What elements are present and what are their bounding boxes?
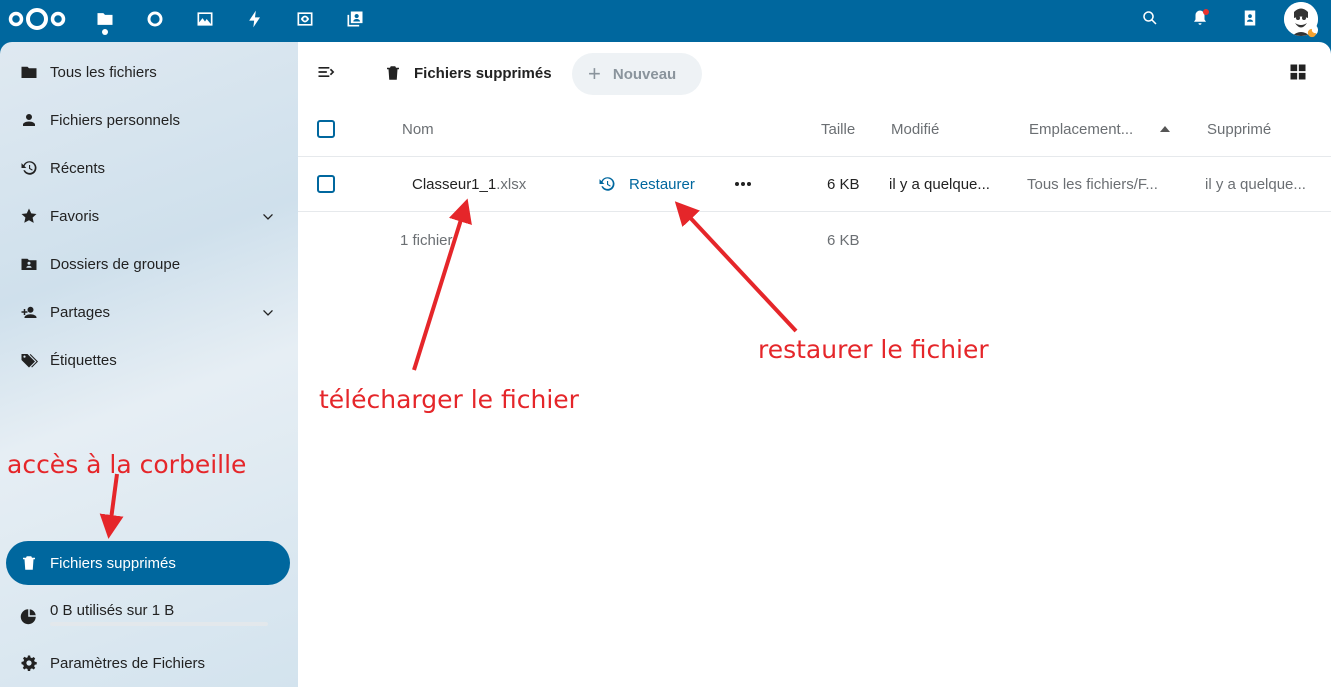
sidebar-item-label: Fichiers supprimés — [50, 554, 176, 572]
trash-icon — [20, 554, 38, 572]
flow-app-icon[interactable] — [238, 5, 272, 33]
trash-icon — [387, 66, 399, 80]
contacts-menu-icon[interactable] — [1235, 5, 1265, 31]
table-divider — [298, 156, 1331, 157]
plus-icon: + — [588, 61, 601, 86]
sidebar-item-label: Fichiers personnels — [50, 111, 181, 129]
star-icon — [20, 207, 38, 225]
storage-quota[interactable]: 0 B utilisés sur 1 B — [6, 595, 290, 639]
annotation-trash-access: accès à la corbeille — [7, 450, 247, 479]
file-basename: Classeur1_1 — [412, 176, 497, 193]
history-icon — [20, 159, 38, 177]
sort-ascending-icon — [1160, 126, 1170, 132]
notifications-bell-icon[interactable] — [1185, 5, 1215, 31]
file-extension: .xlsx — [496, 176, 527, 193]
sidebar-item-label: Dossiers de groupe — [50, 255, 181, 273]
gear-icon — [20, 654, 38, 672]
sidebar-item-all-files[interactable]: Tous les fichiers — [6, 50, 290, 94]
annotation-download: télécharger le fichier — [319, 385, 579, 414]
notification-dot — [1203, 9, 1209, 15]
sidebar-item-deleted-files[interactable]: Fichiers supprimés — [6, 541, 290, 585]
sidebar-item-label: Tous les fichiers — [50, 63, 157, 81]
header-bar — [0, 0, 1331, 42]
sidebar-item-recent[interactable]: Récents — [6, 146, 290, 190]
column-header-name[interactable]: Nom — [402, 121, 434, 138]
group-folder-icon — [20, 255, 38, 273]
summary-size: 6 KB — [827, 232, 860, 249]
row-checkbox[interactable] — [317, 175, 335, 193]
toggle-navigation-icon[interactable] — [316, 62, 338, 84]
file-name-link[interactable]: Classeur1_1.xlsx — [412, 176, 526, 193]
photos-app-icon[interactable] — [188, 5, 222, 33]
column-header-location[interactable]: Emplacement... — [1029, 121, 1133, 138]
summary-count: 1 fichier — [400, 232, 453, 249]
files-main-content: Fichiers supprimés + Nouveau Nom Taille … — [298, 42, 1331, 687]
select-all-checkbox[interactable] — [317, 120, 335, 138]
sidebar-item-label: Paramètres de Fichiers — [50, 654, 206, 672]
file-location: Tous les fichiers/F... — [1027, 176, 1158, 193]
sidebar-item-shares[interactable]: Partages — [6, 290, 290, 334]
pie-chart-icon — [20, 607, 38, 625]
more-actions-icon[interactable] — [734, 175, 752, 193]
chevron-down-icon[interactable] — [260, 208, 276, 224]
table-divider — [298, 211, 1331, 212]
restore-button[interactable]: Restaurer — [598, 175, 695, 193]
breadcrumb[interactable]: Fichiers supprimés — [384, 62, 552, 84]
history-icon — [599, 177, 615, 191]
column-header-deleted[interactable]: Supprimé — [1207, 121, 1271, 138]
restore-label: Restaurer — [629, 175, 695, 193]
file-deleted: il y a quelque... — [1205, 176, 1306, 193]
sidebar-item-label: Partages — [50, 303, 111, 321]
new-button-label: Nouveau — [612, 65, 677, 83]
tag-icon — [20, 351, 38, 369]
app-navigation: Tous les fichiers Fichiers personnels Ré… — [0, 42, 298, 687]
sidebar-item-label: Favoris — [50, 207, 100, 225]
file-modified: il y a quelque... — [889, 176, 990, 193]
folder-icon — [20, 63, 38, 81]
sidebar-item-personal-files[interactable]: Fichiers personnels — [6, 98, 290, 142]
chevron-down-icon[interactable] — [260, 304, 276, 320]
files-settings-button[interactable]: Paramètres de Fichiers — [6, 641, 290, 685]
search-icon[interactable] — [1135, 5, 1165, 31]
page-title: Fichiers supprimés — [414, 64, 552, 82]
sidebar-item-label: Étiquettes — [50, 351, 117, 369]
nextcloud-logo[interactable] — [6, 6, 68, 32]
share-icon — [20, 303, 38, 321]
contacts-app-icon[interactable] — [338, 5, 372, 33]
annotation-restore: restaurer le fichier — [758, 335, 989, 364]
user-status-icon — [1306, 24, 1318, 38]
grid-view-icon[interactable] — [1288, 62, 1310, 84]
column-header-size[interactable]: Taille — [821, 121, 855, 138]
quota-progress-bar — [50, 622, 268, 626]
sidebar-item-favorites[interactable]: Favoris — [6, 194, 290, 238]
sidebar-item-label: Récents — [50, 159, 106, 177]
files-app-icon[interactable] — [88, 5, 122, 35]
activity-app-icon[interactable] — [138, 5, 172, 33]
sidebar-item-tags[interactable]: Étiquettes — [6, 338, 290, 382]
new-button[interactable]: + Nouveau — [572, 53, 702, 95]
sidebar-item-group-folders[interactable]: Dossiers de groupe — [6, 242, 290, 286]
person-icon — [20, 111, 38, 129]
file-size: 6 KB — [827, 176, 860, 193]
quota-label: 0 B utilisés sur 1 B — [50, 602, 175, 619]
talk-app-icon[interactable] — [288, 5, 322, 33]
column-header-modified[interactable]: Modifié — [891, 121, 939, 138]
